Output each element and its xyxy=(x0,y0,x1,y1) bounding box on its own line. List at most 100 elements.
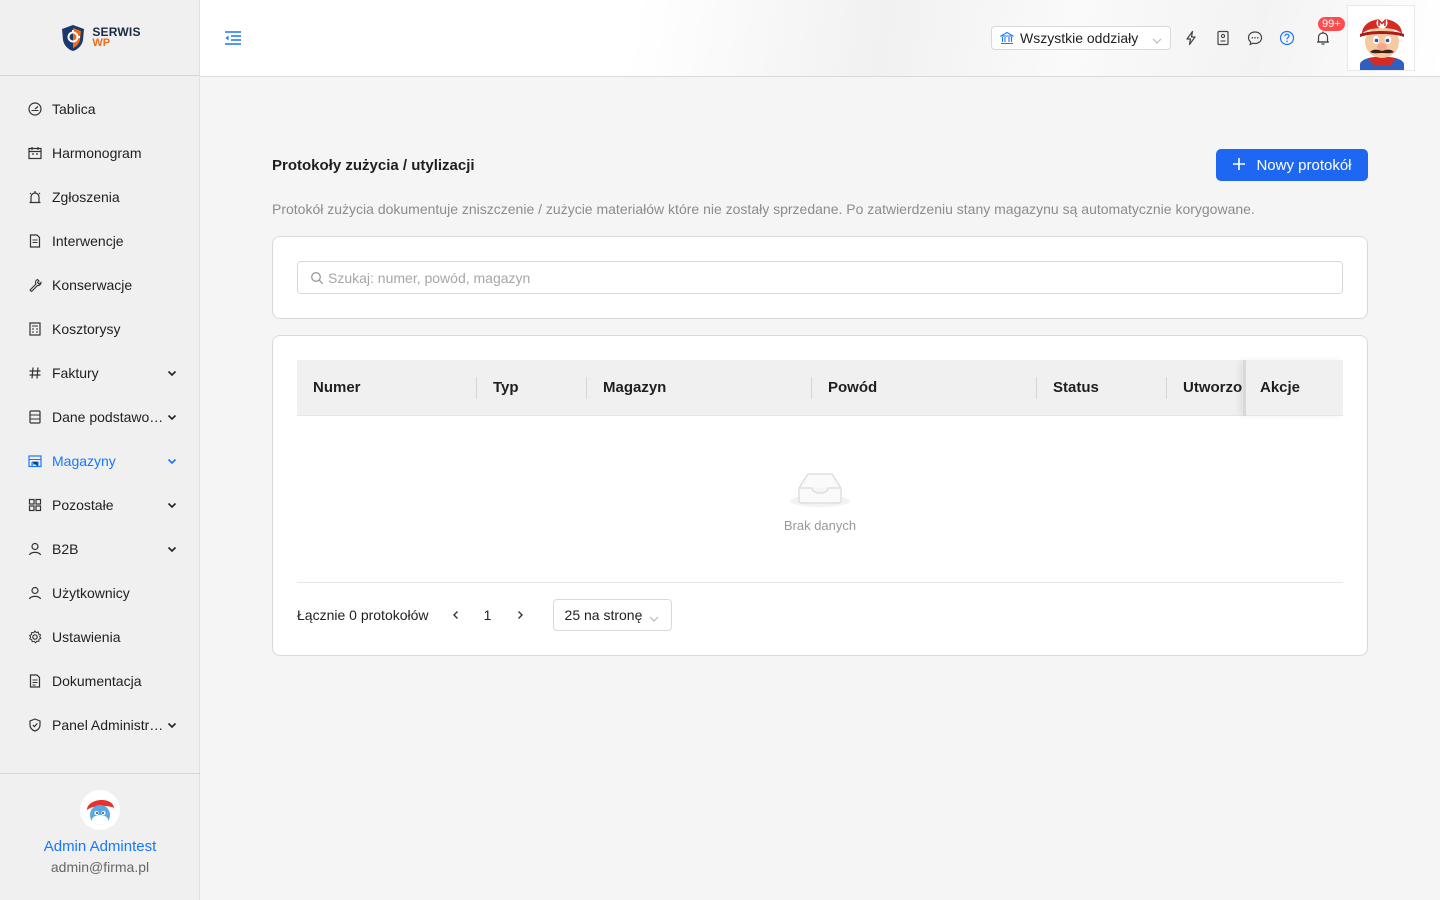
user-icon xyxy=(28,542,42,556)
alarm-icon xyxy=(28,190,42,204)
header-avatar[interactable] xyxy=(1347,5,1415,71)
page-title: Protokoły zużycia / utylizacji xyxy=(272,157,475,174)
chevron-down-icon xyxy=(167,368,177,378)
sidebar-item-magazyny[interactable]: Magazyny xyxy=(0,439,199,483)
user-email: admin@firma.pl xyxy=(50,859,150,875)
wrench-icon xyxy=(28,278,42,292)
empty-state: Brak danych xyxy=(297,416,1343,582)
sidebar-item-label: Konserwacje xyxy=(52,277,133,293)
sidebar-item-panel-administracyjny[interactable]: Panel Administracyjny xyxy=(0,703,199,747)
chevron-down-icon xyxy=(167,456,177,466)
sidebar-item-konserwacje[interactable]: Konserwacje xyxy=(0,263,199,307)
logo[interactable]: SERWIS WP xyxy=(0,0,199,76)
sidebar-item-label: Kosztorysy xyxy=(52,321,121,337)
sidebar-item-label: Faktury xyxy=(52,365,99,381)
notification-badge: 99+ xyxy=(1318,17,1345,31)
sidebar-item-label: Użytkownicy xyxy=(52,585,130,601)
sidebar-item-ustawienia[interactable]: Ustawienia xyxy=(0,615,199,659)
column-header-powod[interactable]: Powód xyxy=(812,360,1037,416)
menu-collapse-icon[interactable] xyxy=(224,30,242,46)
chevron-down-icon xyxy=(167,720,177,730)
next-page-button[interactable] xyxy=(507,602,533,628)
chevron-down-icon xyxy=(167,544,177,554)
sidebar-item-label: Ustawienia xyxy=(52,629,121,645)
column-header-magazyn[interactable]: Magazyn xyxy=(587,360,812,416)
column-header-akcje: Akcje xyxy=(1243,359,1343,416)
protocols-table-card: Numer Typ Magazyn Powód Status Utworzono… xyxy=(272,335,1368,656)
pagination-total: Łącznie 0 protokołów xyxy=(297,607,429,623)
file-icon xyxy=(28,234,42,248)
calculator-icon xyxy=(28,322,42,336)
sidebar-item-kosztorysy[interactable]: Kosztorysy xyxy=(0,307,199,351)
column-header-status[interactable]: Status xyxy=(1037,360,1167,416)
chevron-left-icon xyxy=(452,611,458,619)
sidebar-item-label: B2B xyxy=(52,541,79,557)
sidebar-item-interwencje[interactable]: Interwencje xyxy=(0,219,199,263)
calendar-icon xyxy=(28,146,42,160)
main-content: Protokoły zużycia / utylizacji Nowy prot… xyxy=(216,101,1424,876)
chevron-right-icon xyxy=(517,611,523,619)
chevron-down-icon xyxy=(1152,33,1162,44)
lightning-icon[interactable] xyxy=(1182,29,1200,47)
database-icon xyxy=(28,410,42,424)
message-icon[interactable] xyxy=(1246,29,1264,47)
sidebar-item-faktury[interactable]: Faktury xyxy=(0,351,199,395)
sidebar-item-uzytkownicy[interactable]: Użytkownicy xyxy=(0,571,199,615)
sidebar-item-label: Zgłoszenia xyxy=(52,189,120,205)
sidebar: SERWIS WP Tablica Harmonogram Zgłoszenia… xyxy=(0,0,200,900)
sidebar-item-zgloszenia[interactable]: Zgłoszenia xyxy=(0,175,199,219)
help-icon[interactable] xyxy=(1278,29,1296,47)
search-icon xyxy=(310,271,324,285)
branch-select[interactable]: Wszystkie oddziały xyxy=(991,26,1171,50)
sidebar-user-panel[interactable]: Admin Admintest admin@firma.pl xyxy=(0,773,200,900)
logo-line1: SERWIS xyxy=(92,24,141,39)
page-size-select[interactable]: 25 na stronę xyxy=(552,599,672,631)
pagination: Łącznie 0 protokołów 1 25 na stronę xyxy=(297,599,672,631)
user-name[interactable]: Admin Admintest xyxy=(0,838,200,855)
settings-icon xyxy=(28,630,42,644)
dashboard-icon xyxy=(28,102,42,116)
search-input[interactable] xyxy=(328,269,1342,286)
sidebar-item-harmonogram[interactable]: Harmonogram xyxy=(0,131,199,175)
page-description: Protokół zużycia dokumentuje zniszczenie… xyxy=(272,201,1255,217)
column-header-numer[interactable]: Numer xyxy=(297,360,477,416)
sidebar-item-label: Tablica xyxy=(52,101,96,117)
current-page[interactable]: 1 xyxy=(473,607,503,623)
bell-icon[interactable] xyxy=(1314,29,1332,47)
sidebar-item-dane-podstawowe[interactable]: Dane podstawowe xyxy=(0,395,199,439)
plus-icon xyxy=(1232,155,1246,175)
sidebar-item-label: Magazyny xyxy=(52,453,116,469)
pagination-divider xyxy=(297,582,1343,583)
bank-icon xyxy=(998,31,1016,45)
search-field[interactable] xyxy=(297,261,1343,294)
avatar[interactable] xyxy=(80,790,120,830)
empty-inbox-icon xyxy=(788,466,852,508)
hash-icon xyxy=(28,366,42,380)
new-protocol-button[interactable]: Nowy protokół xyxy=(1216,149,1368,181)
sidebar-item-dokumentacja[interactable]: Dokumentacja xyxy=(0,659,199,703)
column-header-utworzono[interactable]: Utworzono xyxy=(1167,360,1243,416)
sidebar-item-label: Harmonogram xyxy=(52,145,142,161)
branch-select-value: Wszystkie oddziały xyxy=(1020,30,1139,46)
sidebar-item-tablica[interactable]: Tablica xyxy=(0,87,199,131)
sidebar-item-pozostale[interactable]: Pozostałe xyxy=(0,483,199,527)
sidebar-item-b2b[interactable]: B2B xyxy=(0,527,199,571)
warehouse-icon xyxy=(28,454,42,468)
logo-shield-icon xyxy=(58,23,88,53)
user-icon xyxy=(28,586,42,600)
prev-page-button[interactable] xyxy=(443,602,469,628)
id-card-icon[interactable] xyxy=(1214,29,1232,47)
document-icon xyxy=(28,674,42,688)
search-card xyxy=(272,236,1368,319)
table-header: Numer Typ Magazyn Powód Status Utworzono… xyxy=(297,359,1343,416)
new-protocol-label: Nowy protokół xyxy=(1256,156,1352,174)
chevron-down-icon xyxy=(167,500,177,510)
chevron-down-icon xyxy=(167,412,177,422)
sidebar-item-label: Pozostałe xyxy=(52,497,114,513)
column-header-typ[interactable]: Typ xyxy=(477,360,587,416)
logo-line2: WP xyxy=(92,36,111,49)
sidebar-item-label: Interwencje xyxy=(52,233,124,249)
grid-icon xyxy=(28,498,42,512)
logo-text: SERWIS WP xyxy=(92,24,141,49)
sidebar-menu: Tablica Harmonogram Zgłoszenia Interwenc… xyxy=(0,76,199,747)
